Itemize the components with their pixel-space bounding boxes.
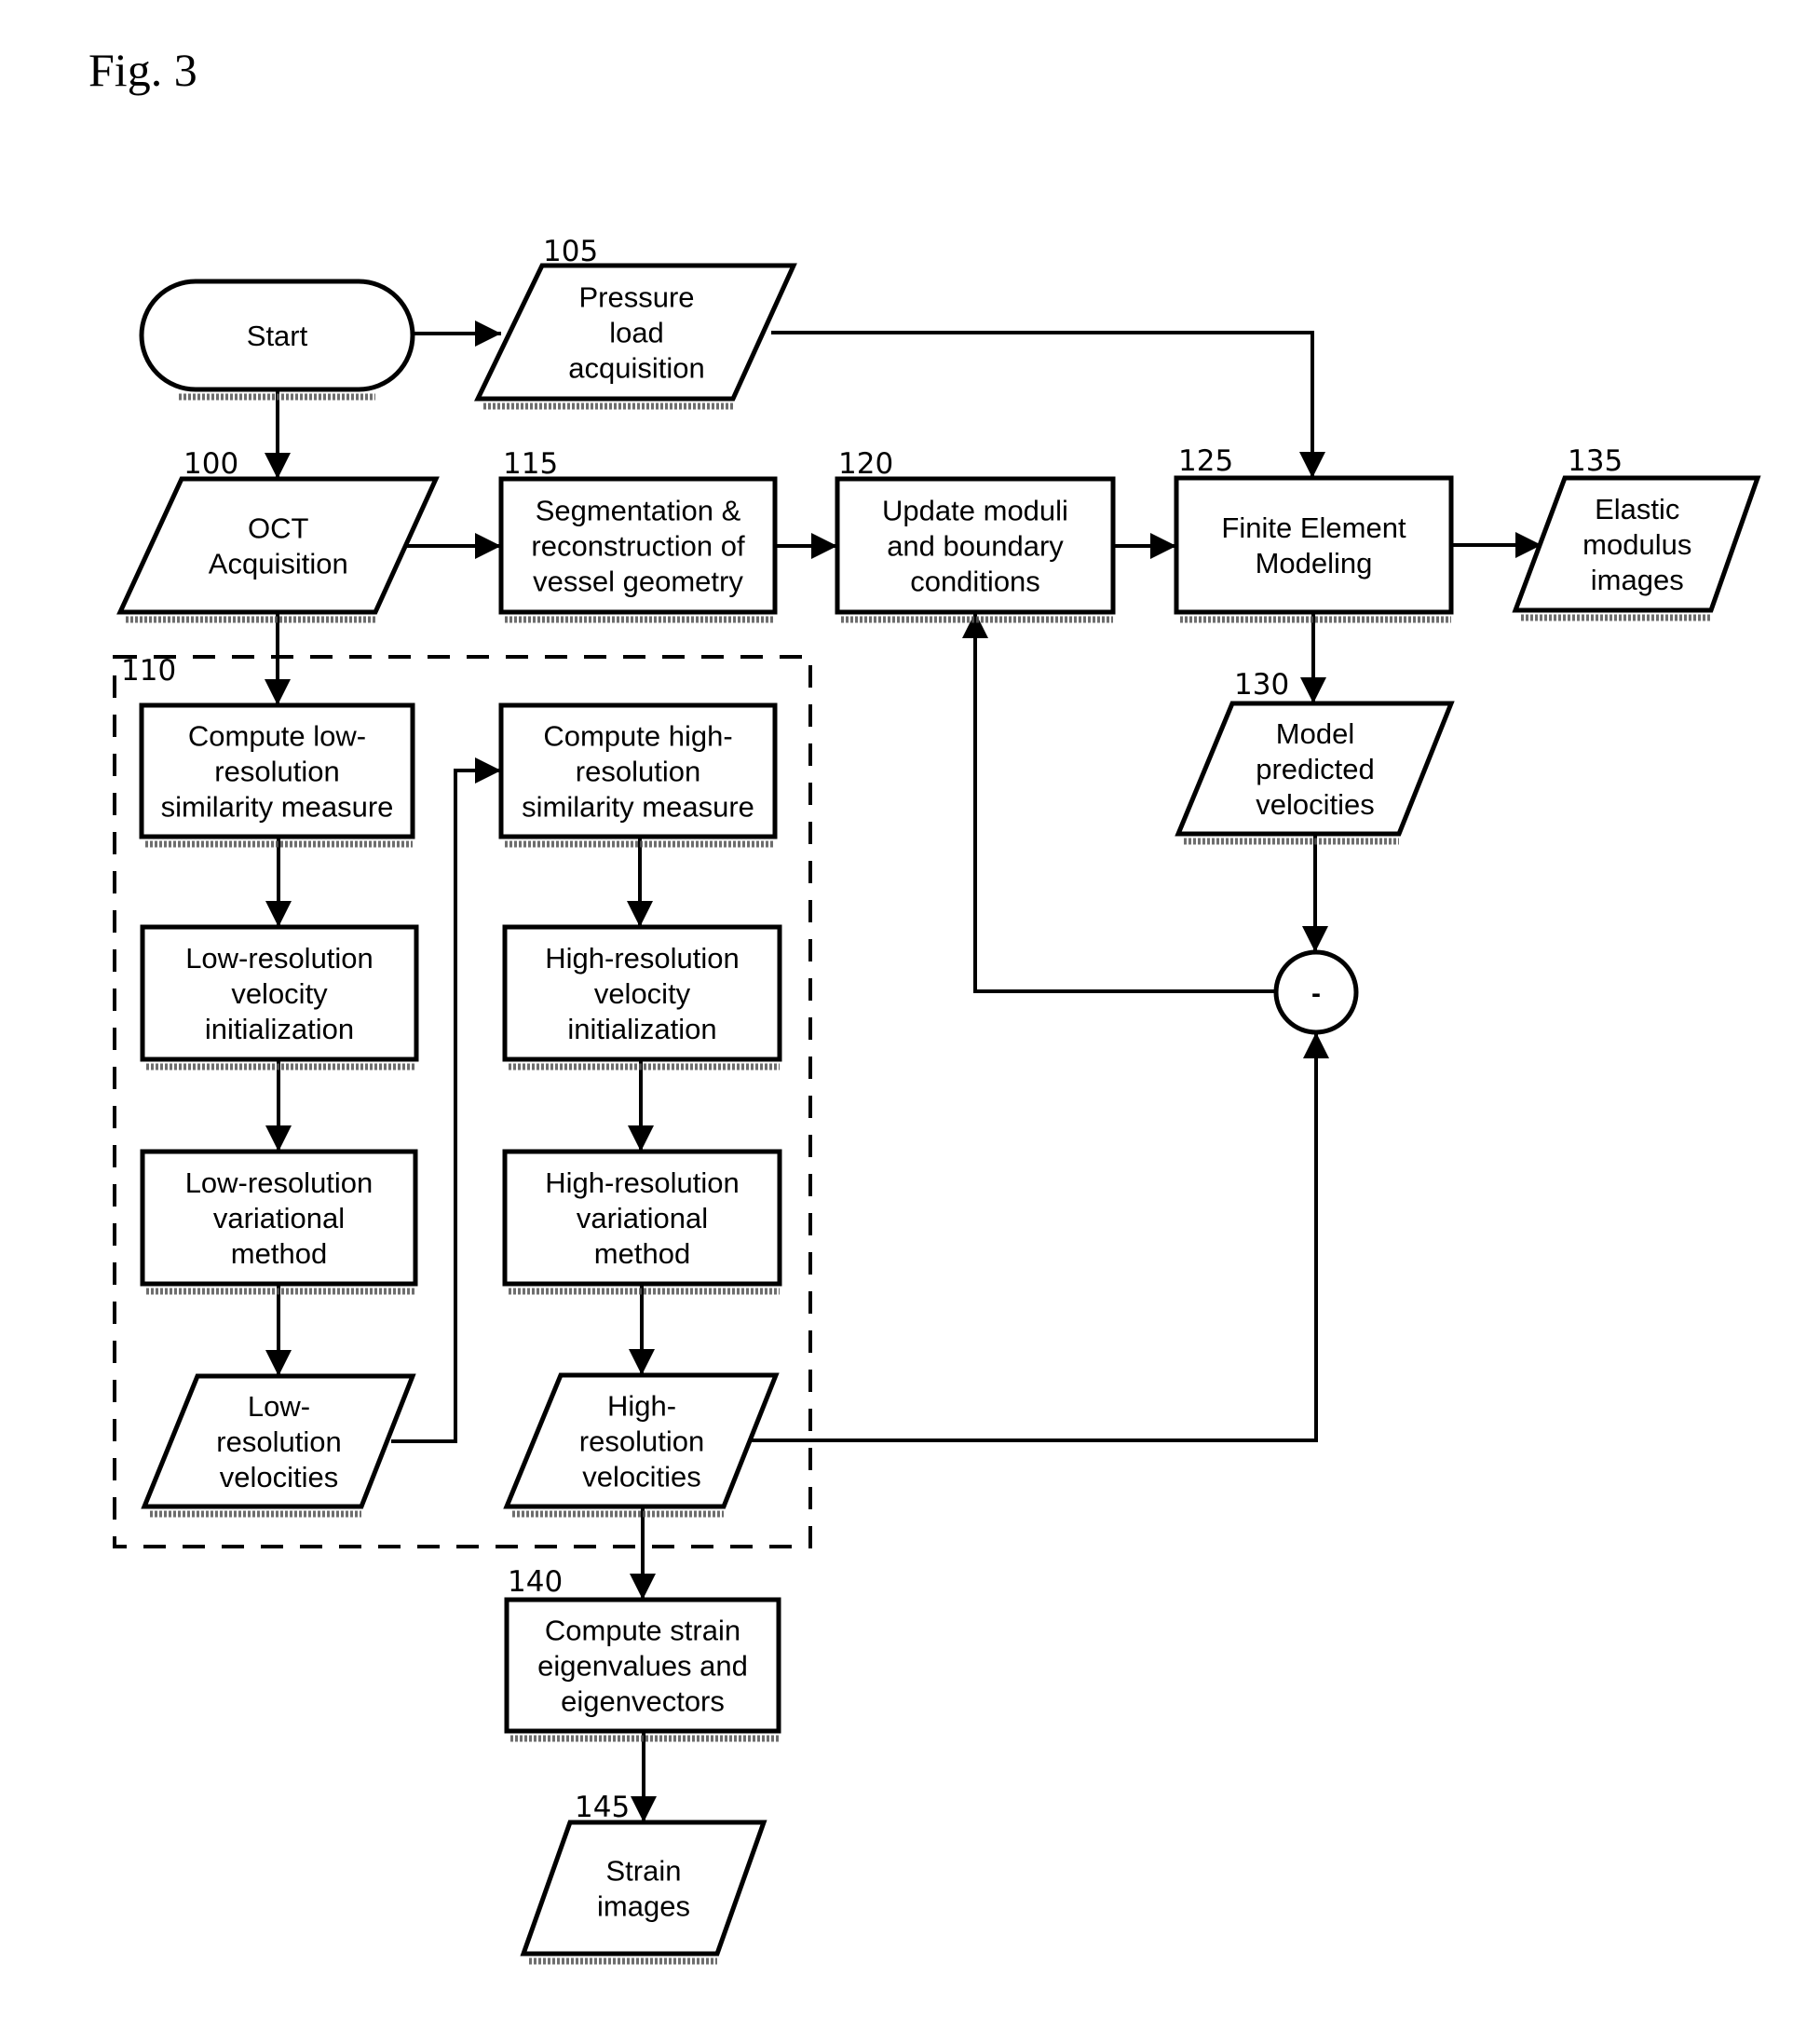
ref-label-130: 130 xyxy=(1234,668,1289,702)
node-label-line: Start xyxy=(247,320,308,352)
node-label-line: eigenvalues and xyxy=(537,1650,748,1683)
node-label-line: resolution xyxy=(214,756,339,788)
node-label-line: Low-resolution xyxy=(185,1166,374,1199)
node-label-line: Compute strain xyxy=(545,1615,740,1647)
node-label-line: variational xyxy=(577,1202,708,1234)
node-label-line: Update moduli xyxy=(882,495,1068,527)
node-label-line: High- xyxy=(607,1390,676,1423)
node-label-line: Compute low- xyxy=(188,720,366,753)
ref-label-115: 115 xyxy=(503,447,558,481)
ref-label-105: 105 xyxy=(543,235,598,268)
node-segmentation: Segmentation &reconstruction ofvessel ge… xyxy=(498,447,778,623)
ref-label-135: 135 xyxy=(1568,444,1623,478)
node-label-line: Pressure xyxy=(578,281,694,314)
node-label-line: velocities xyxy=(1256,788,1375,821)
ref-label-140: 140 xyxy=(508,1565,563,1599)
node-label-line: Acquisition xyxy=(209,548,348,580)
node-label-line: acquisition xyxy=(568,352,704,385)
node-update: Update moduliand boundaryconditions 120 xyxy=(835,447,1116,623)
node-high-vel: High-resolutionvelocities xyxy=(503,1372,780,1518)
node-label-line: Model xyxy=(1276,717,1354,750)
ref-label-110: 110 xyxy=(121,654,176,688)
ref-label-145: 145 xyxy=(575,1791,630,1824)
node-low-init: Low-resolutionvelocityinitialization xyxy=(140,924,419,1070)
node-label-line: Segmentation & xyxy=(536,495,741,527)
node-label-line: and boundary xyxy=(887,530,1064,563)
data-parallelogram xyxy=(520,1820,767,1957)
node-label-line: Low-resolution xyxy=(185,942,374,975)
node-label-line: Modeling xyxy=(1256,547,1373,579)
node-label-line: variational xyxy=(213,1202,345,1234)
process-box xyxy=(1174,475,1454,615)
node-label-line: images xyxy=(1591,564,1684,596)
ref-label-100: 100 xyxy=(183,447,238,481)
node-low-sim: Compute low-resolutionsimilarity measure xyxy=(139,702,415,848)
node-subtract: - xyxy=(1273,949,1359,1035)
node-label-line: similarity measure xyxy=(161,791,394,824)
node-label-line: Elastic xyxy=(1595,493,1679,525)
node-label-line: velocities xyxy=(220,1461,339,1493)
node-label-line: method xyxy=(594,1237,690,1270)
node-label-line: similarity measure xyxy=(522,791,754,824)
node-high-sim: Compute high-resolutionsimilarity measur… xyxy=(498,702,778,848)
edge-low-vel-to-high-sim xyxy=(391,757,501,1443)
node-label-line: Strain xyxy=(606,1855,682,1888)
node-label-line: initialization xyxy=(567,1013,716,1045)
node-label-line: resolution xyxy=(216,1425,341,1458)
node-label-line: reconstruction of xyxy=(531,530,745,563)
node-start: Start xyxy=(139,279,415,401)
node-label-line: images xyxy=(597,1890,690,1923)
flowchart: 110 Start Pressureloadacquisition 105 OCTAc… xyxy=(113,235,1761,1965)
edge-high-vel-to-subtract xyxy=(751,1032,1329,1442)
node-label-line: method xyxy=(231,1237,327,1270)
node-label-line: Compute high- xyxy=(543,720,732,753)
node-low-vel: Low-resolutionvelocities xyxy=(141,1373,416,1518)
node-label-line: predicted xyxy=(1256,753,1375,785)
node-label-line: vessel geometry xyxy=(533,566,743,598)
ref-label-120: 120 xyxy=(838,447,893,481)
node-label-line: modulus xyxy=(1582,528,1691,561)
node-high-init: High-resolutionvelocityinitialization xyxy=(502,924,782,1070)
node-label-line: load xyxy=(609,317,664,349)
node-low-var: Low-resolutionvariationalmethod xyxy=(140,1149,418,1295)
node-label-line: resolution xyxy=(576,756,700,788)
node-label-line: High-resolution xyxy=(545,942,740,975)
node-label-line: velocity xyxy=(594,977,691,1010)
node-label-line: initialization xyxy=(205,1013,354,1045)
node-high-var: High-resolutionvariationalmethod xyxy=(502,1149,782,1295)
data-parallelogram xyxy=(116,476,440,615)
node-label-line: resolution xyxy=(579,1425,704,1458)
node-label-line: Finite Element xyxy=(1221,511,1406,544)
node-label-line: eigenvectors xyxy=(561,1685,725,1718)
node-label-line: OCT xyxy=(248,512,309,545)
node-label-line: Low- xyxy=(248,1390,310,1423)
node-label-line: velocity xyxy=(231,977,328,1010)
node-label-line: velocities xyxy=(582,1461,701,1493)
node-label-line: - xyxy=(1311,978,1321,1009)
ref-label-125: 125 xyxy=(1178,444,1233,478)
node-pressure: Pressureloadacquisition 105 xyxy=(474,235,797,410)
node-elastic: Elasticmodulusimages 135 xyxy=(1512,444,1761,621)
node-label-line: conditions xyxy=(910,566,1040,598)
node-label-line: High-resolution xyxy=(545,1166,740,1199)
